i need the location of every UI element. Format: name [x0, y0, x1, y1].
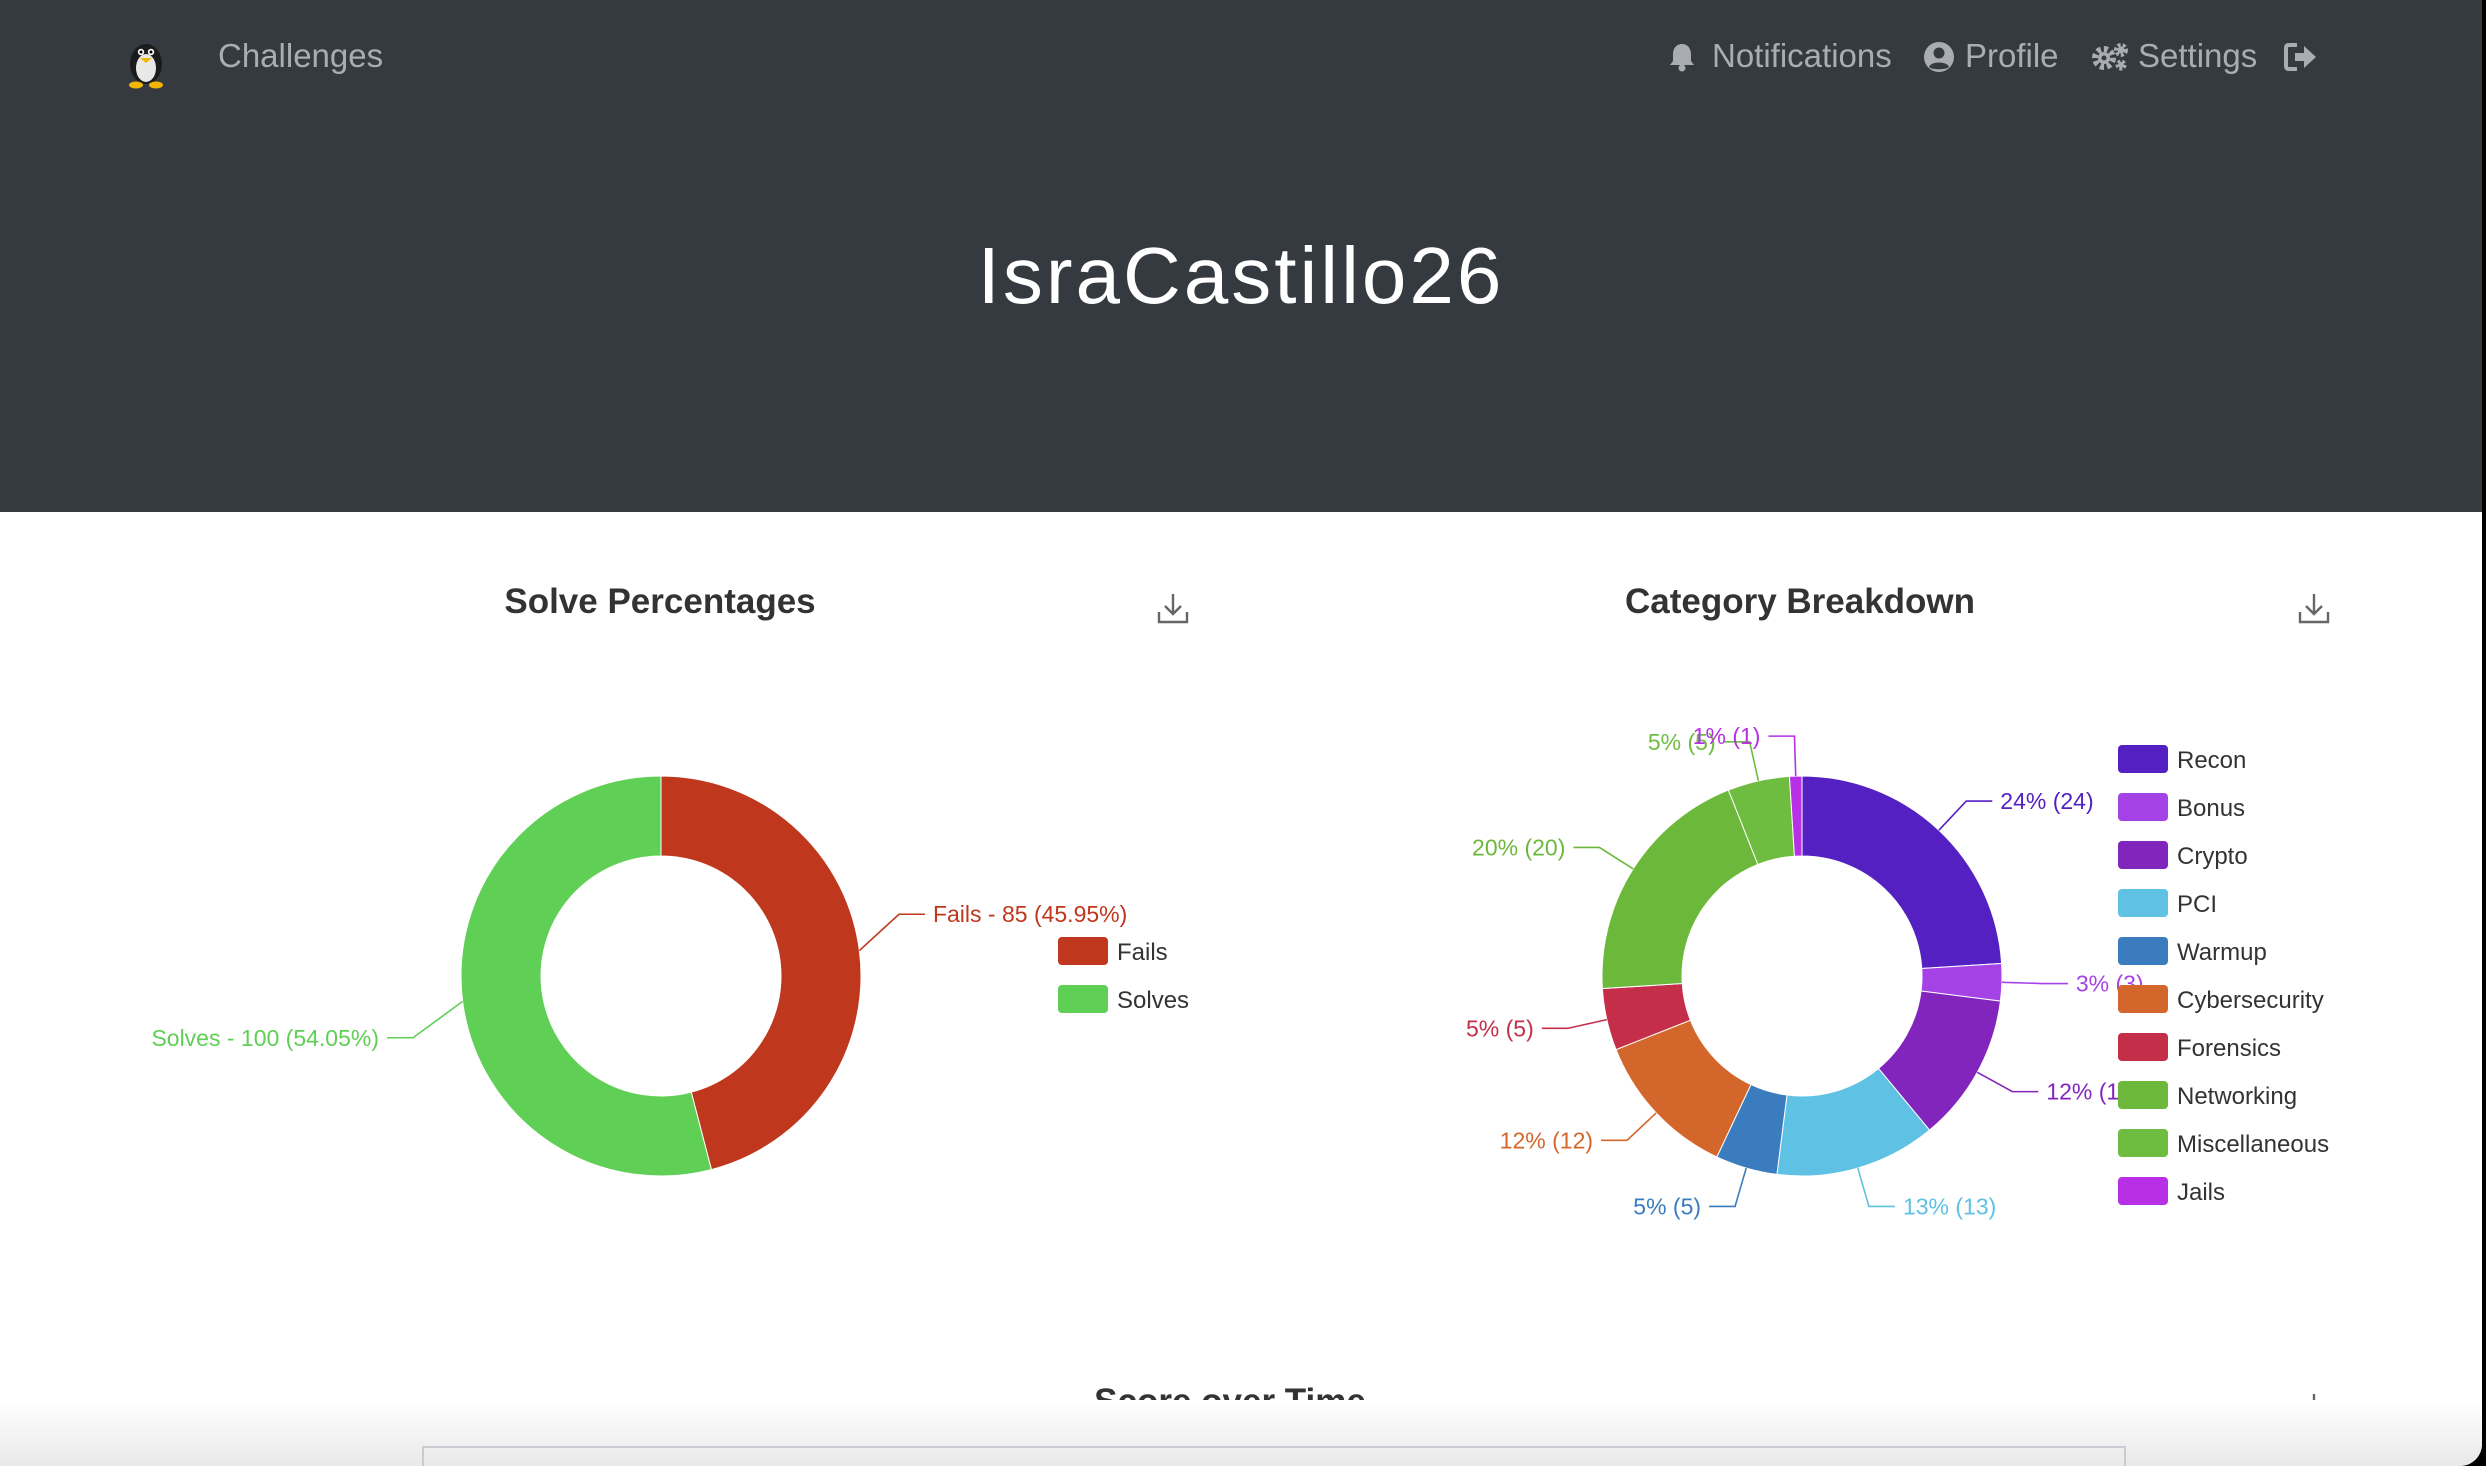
category-data-label: 12% (12)	[1500, 1127, 1593, 1153]
category-label-line	[1541, 1018, 1607, 1030]
category-label-line	[1601, 1112, 1657, 1142]
category-legend-label[interactable]: Warmup	[2177, 939, 2267, 966]
solve-label-line	[387, 1000, 464, 1039]
category-legend-swatch[interactable]	[2118, 793, 2168, 821]
solve-legend-label[interactable]: Solves	[1117, 987, 1189, 1014]
category-data-label: 5% (5)	[1466, 1015, 1534, 1041]
category-legend-label[interactable]: Forensics	[2177, 1035, 2281, 1062]
category-legend-label[interactable]: Recon	[2177, 747, 2246, 774]
category-legend-label[interactable]: Bonus	[2177, 795, 2245, 822]
solve-legend-label[interactable]: Fails	[1117, 939, 1168, 966]
solve-data-label: Solves - 100 (54.05%)	[151, 1025, 379, 1051]
category-legend-label[interactable]: Networking	[2177, 1083, 2297, 1110]
score-chart-frame	[422, 1446, 2126, 1466]
category-label-line	[2001, 981, 2068, 985]
category-data-label: 24% (24)	[2000, 788, 2093, 814]
category-legend-label[interactable]: Cybersecurity	[2177, 987, 2324, 1014]
category-slice-recon[interactable]	[1801, 775, 2003, 969]
solve-legend-swatch[interactable]	[1058, 985, 1108, 1013]
category-legend-swatch[interactable]	[2118, 889, 2168, 917]
app-window: Challenges Notifications Profile Setting…	[0, 0, 2482, 1466]
category-legend-swatch[interactable]	[2118, 1033, 2168, 1061]
category-legend-swatch[interactable]	[2118, 745, 2168, 773]
solve-percentages-chart: Fails - 85 (45.95%) Solves - 100 (54.05%)…	[151, 723, 2329, 1219]
solve-data-label: Fails - 85 (45.95%)	[933, 901, 1127, 927]
category-data-label: 20% (20)	[1472, 834, 1565, 860]
category-legend-swatch[interactable]	[2118, 841, 2168, 869]
category-data-label: 1% (1)	[1693, 723, 1761, 749]
category-label-line	[1857, 1167, 1895, 1208]
category-legend-swatch[interactable]	[2118, 1177, 2168, 1205]
category-legend-label[interactable]: Miscellaneous	[2177, 1131, 2329, 1158]
category-legend-swatch[interactable]	[2118, 985, 2168, 1013]
category-label-line	[1976, 1071, 2039, 1093]
category-label-line	[1709, 1167, 1747, 1208]
category-chart-title: Category Breakdown	[1624, 582, 1976, 621]
category-legend-swatch[interactable]	[2118, 937, 2168, 965]
category-label-line	[1768, 735, 1797, 777]
solve-label-line	[858, 913, 925, 952]
category-slice-networking[interactable]	[1601, 789, 1759, 990]
category-legend-label[interactable]: Jails	[2177, 1179, 2225, 1206]
category-data-label: 13% (13)	[1903, 1193, 1996, 1219]
download-icon[interactable]	[2296, 590, 2332, 626]
category-legend-swatch[interactable]	[2118, 1129, 2168, 1157]
category-label-line	[1938, 800, 1993, 831]
category-data-label: 5% (5)	[1633, 1193, 1701, 1219]
category-legend-label[interactable]: PCI	[2177, 891, 2217, 918]
category-label-line	[1573, 846, 1634, 870]
category-legend-swatch[interactable]	[2118, 1081, 2168, 1109]
solve-legend-swatch[interactable]	[1058, 937, 1108, 965]
category-legend-label[interactable]: Crypto	[2177, 843, 2248, 870]
